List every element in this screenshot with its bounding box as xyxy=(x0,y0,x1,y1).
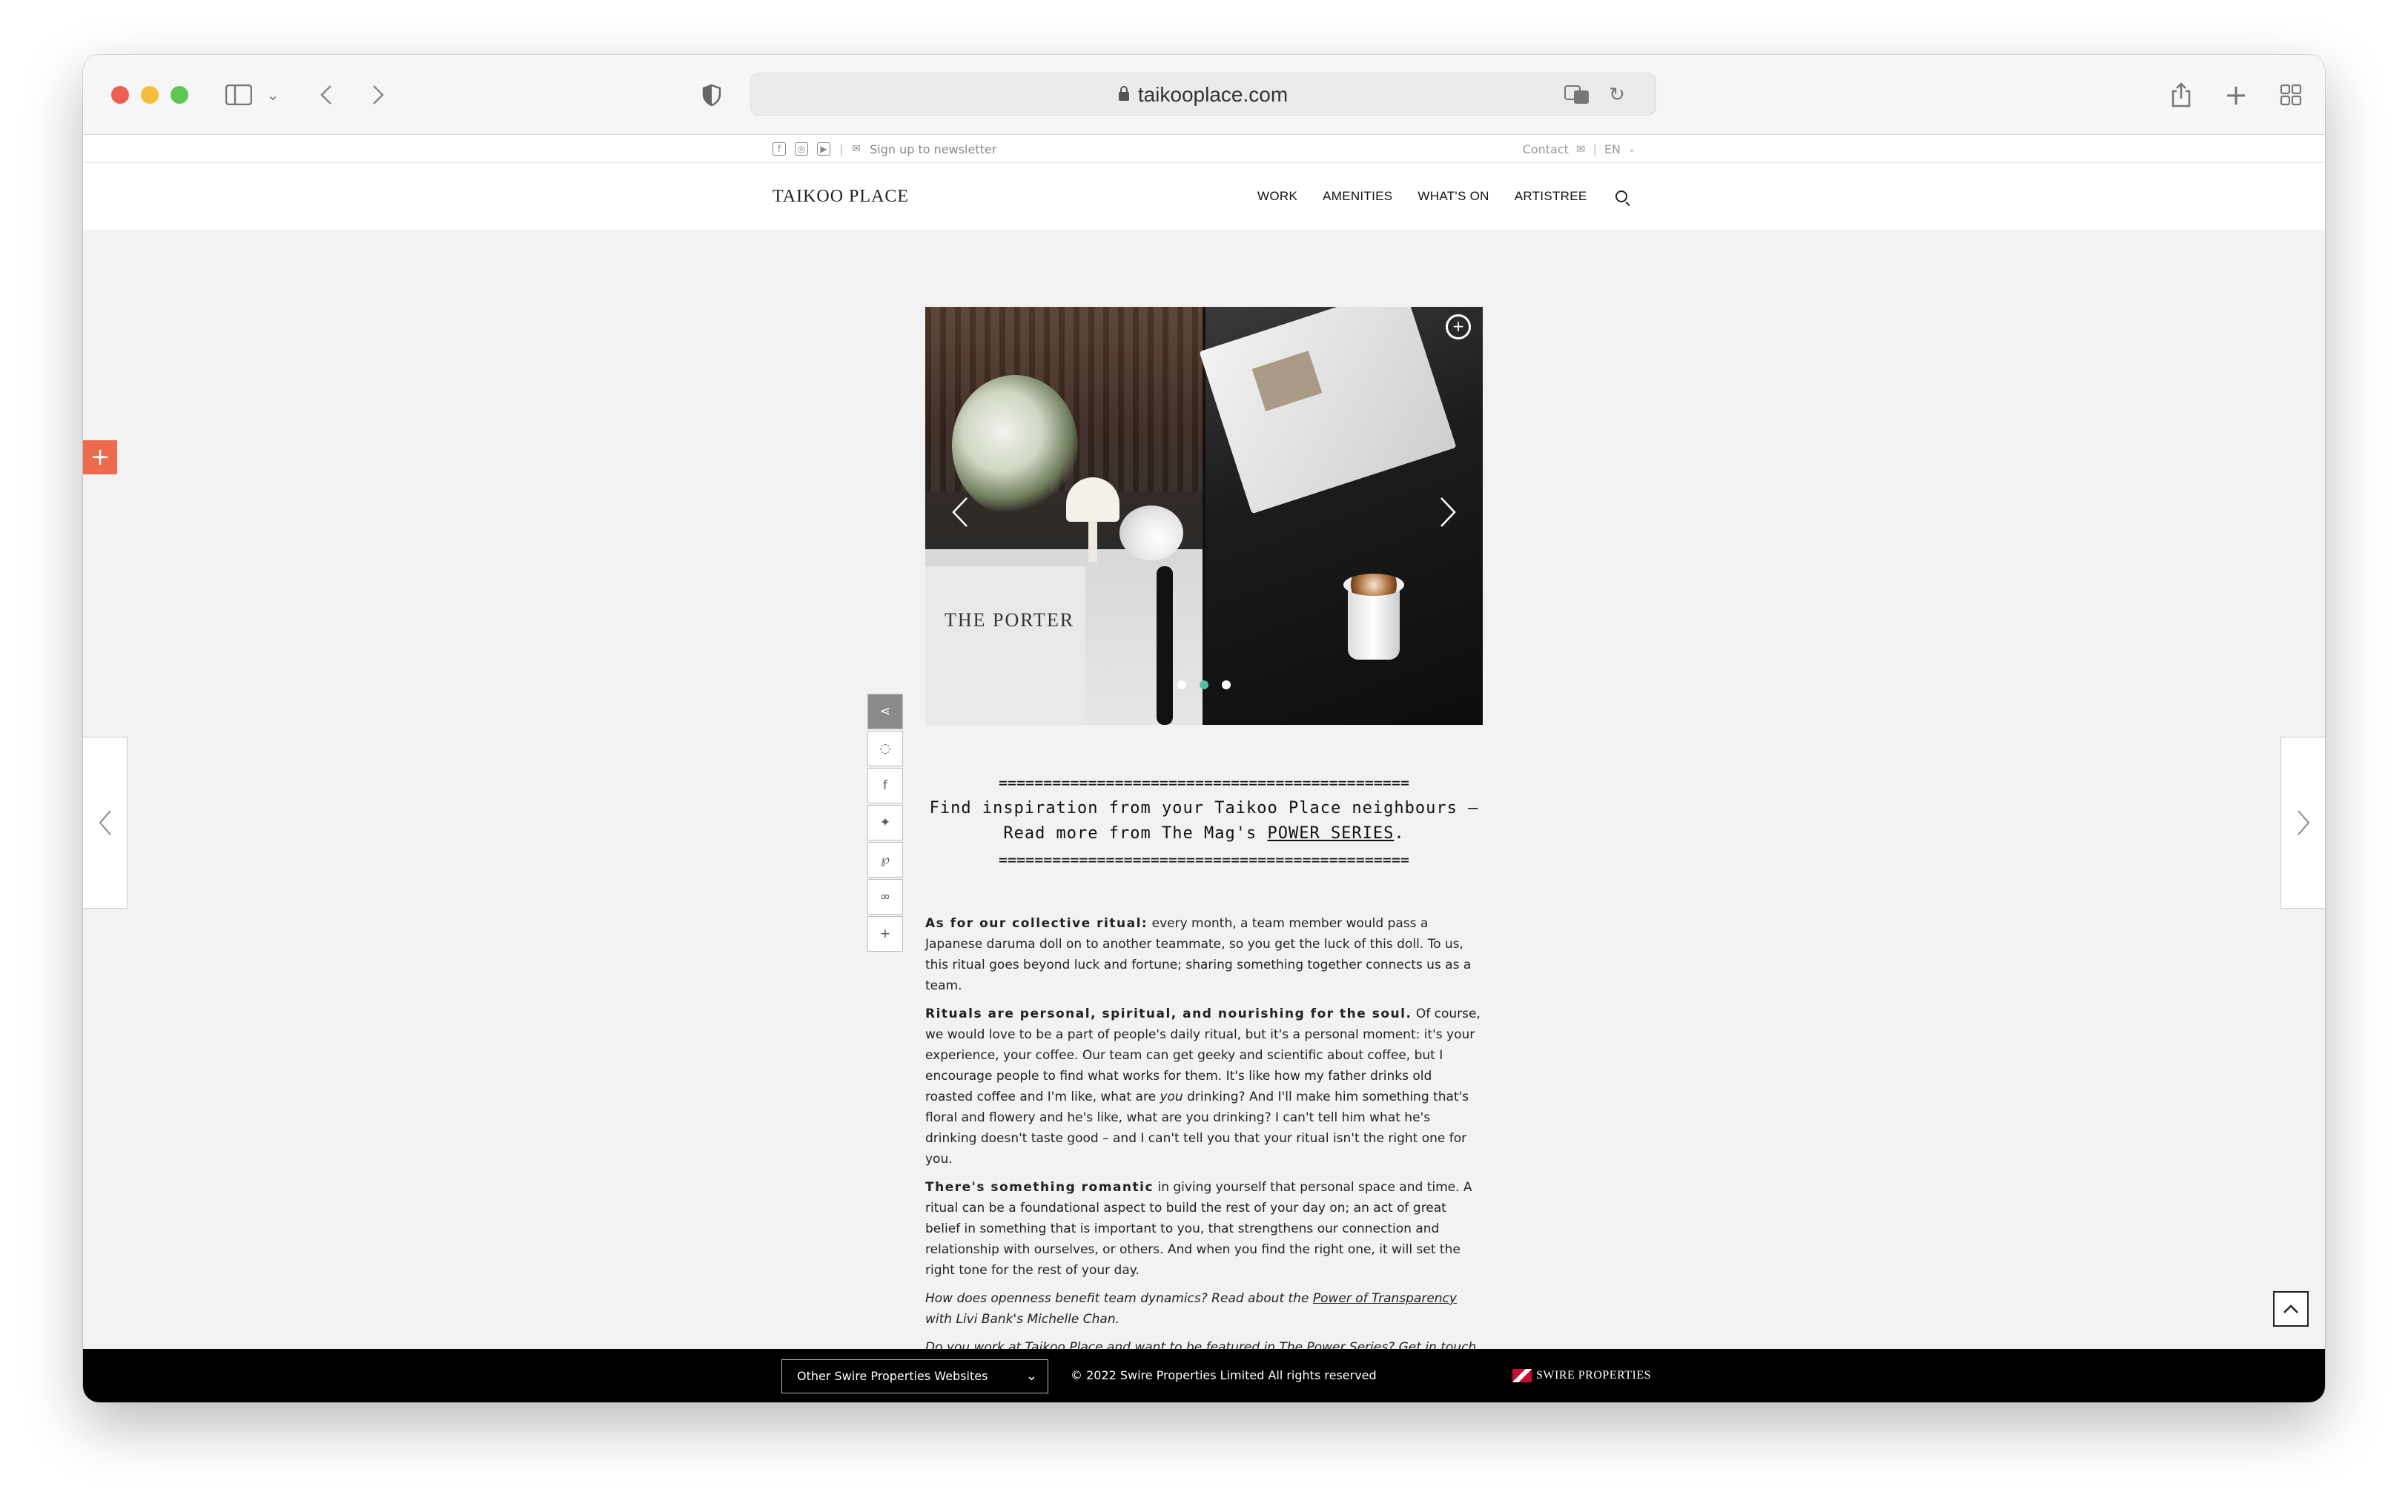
utility-bar: f ◎ ▶ | ✉ Sign up to newsletter Contact … xyxy=(83,135,2325,163)
paragraph-transparency: How does openness benefit team dynamics?… xyxy=(925,1291,1457,1327)
contact-link[interactable]: Contact xyxy=(1523,142,1569,156)
main-navigation: TAIKOO PLACE WORK AMENITIES WHAT'S ON AR… xyxy=(83,163,2325,230)
privacy-shield-icon[interactable] xyxy=(697,77,727,113)
article-body: ========================================… xyxy=(925,774,1483,1365)
url-text: taikooplace.com xyxy=(1137,83,1289,106)
chevron-down-icon: ⌄ xyxy=(1627,144,1635,154)
share-toolbar: ⋖ ◌ f ✦ ℘ ∞ + xyxy=(867,694,903,953)
browser-window: ⌄ taikooplace.com ↻ + f ◎ ▶ | ✉ Sign up … xyxy=(83,55,2325,1402)
paragraph-rituals-personal: Rituals are personal, spiritual, and nou… xyxy=(925,1007,1481,1167)
lock-icon xyxy=(1118,86,1129,101)
callout-line-2-suffix: . xyxy=(1394,824,1405,843)
copyright-text: © 2022 Swire Properties Limited All righ… xyxy=(1071,1368,1377,1382)
address-bar[interactable]: taikooplace.com ↻ xyxy=(750,73,1656,116)
newsletter-link[interactable]: Sign up to newsletter xyxy=(870,142,996,156)
carousel-prev-icon[interactable] xyxy=(952,497,968,536)
nav-item-work[interactable]: WORK xyxy=(1257,189,1297,204)
new-tab-icon[interactable]: + xyxy=(2220,77,2252,113)
nav-item-artistree[interactable]: ARTISTREE xyxy=(1515,189,1587,204)
reload-icon[interactable]: ↻ xyxy=(1604,77,1630,113)
divider-top: ========================================… xyxy=(999,774,1409,792)
carousel-dot[interactable] xyxy=(1222,680,1231,689)
previous-article-button[interactable] xyxy=(83,737,128,909)
carousel-pagination xyxy=(1177,680,1231,689)
site-footer: Other Swire Properties Websites ⌄ © 2022… xyxy=(83,1349,2325,1402)
back-icon[interactable] xyxy=(313,77,340,113)
share-page-icon[interactable] xyxy=(2165,77,2197,113)
nav-item-amenities[interactable]: AMENITIES xyxy=(1323,189,1392,204)
zoom-in-icon[interactable]: + xyxy=(1446,314,1471,339)
carousel-dot-active[interactable] xyxy=(1200,680,1208,689)
floating-plus-button[interactable]: + xyxy=(83,440,117,474)
next-article-button[interactable] xyxy=(2280,737,2325,909)
web-page: f ◎ ▶ | ✉ Sign up to newsletter Contact … xyxy=(83,135,2325,1402)
translate-icon[interactable] xyxy=(1561,77,1593,113)
tab-overview-icon[interactable] xyxy=(2275,77,2307,113)
callout-line-2-prefix: Read more from The Mag's xyxy=(1003,824,1268,843)
twitter-icon[interactable]: ✦ xyxy=(867,805,903,840)
sidebar-toggle-icon[interactable] xyxy=(221,77,257,113)
nav-item-whats-on[interactable]: WHAT'S ON xyxy=(1418,189,1489,204)
instagram-icon[interactable]: ◎ xyxy=(795,142,808,156)
swire-flag-icon xyxy=(1512,1369,1532,1383)
power-series-callout: ========================================… xyxy=(925,774,1483,869)
browser-toolbar: ⌄ taikooplace.com ↻ + xyxy=(83,55,2325,135)
share-icon[interactable]: ⋖ xyxy=(867,694,903,729)
chevron-down-icon[interactable]: ⌄ xyxy=(264,77,282,113)
zoom-window-button[interactable] xyxy=(171,86,188,104)
facebook-icon[interactable]: f xyxy=(773,142,786,156)
swire-properties-logo[interactable]: SWIRE PROPERTIES xyxy=(1512,1349,1651,1402)
search-icon[interactable] xyxy=(1615,190,1627,202)
paragraph-something-romantic: There's something romantic in giving you… xyxy=(925,1180,1472,1278)
carousel-next-icon[interactable] xyxy=(1440,497,1456,536)
porter-sign: THE PORTER xyxy=(945,609,1075,631)
pinterest-icon[interactable]: ℘ xyxy=(867,842,903,878)
close-window-button[interactable] xyxy=(111,86,129,104)
power-series-link[interactable]: POWER SERIES xyxy=(1267,824,1394,843)
youtube-icon[interactable]: ▶ xyxy=(817,142,830,156)
paragraph-collective-ritual: As for our collective ritual: every mont… xyxy=(925,916,1472,993)
newsletter-icon: ✉ xyxy=(852,143,861,155)
callout-line-1: Find inspiration from your Taikoo Place … xyxy=(929,799,1479,818)
language-select[interactable]: EN xyxy=(1604,142,1621,156)
link-icon[interactable]: ∞ xyxy=(867,879,903,915)
facebook-icon[interactable]: f xyxy=(867,768,903,803)
divider-bottom: ========================================… xyxy=(999,851,1409,869)
other-websites-select[interactable]: Other Swire Properties Websites ⌄ xyxy=(781,1359,1048,1393)
mail-icon: ✉ xyxy=(1575,142,1586,156)
chevron-down-icon: ⌄ xyxy=(1025,1368,1037,1384)
minimize-window-button[interactable] xyxy=(141,86,159,104)
plus-icon[interactable]: + xyxy=(867,916,903,952)
site-logo[interactable]: TAIKOO PLACE xyxy=(773,163,909,230)
image-carousel[interactable]: THE PORTER + xyxy=(925,307,1483,725)
back-to-top-button[interactable] xyxy=(2273,1291,2309,1327)
forward-icon[interactable] xyxy=(365,77,391,113)
carousel-dot[interactable] xyxy=(1177,680,1186,689)
whatsapp-icon[interactable]: ◌ xyxy=(867,731,903,766)
power-of-transparency-link[interactable]: Power of Transparency xyxy=(1313,1291,1457,1306)
